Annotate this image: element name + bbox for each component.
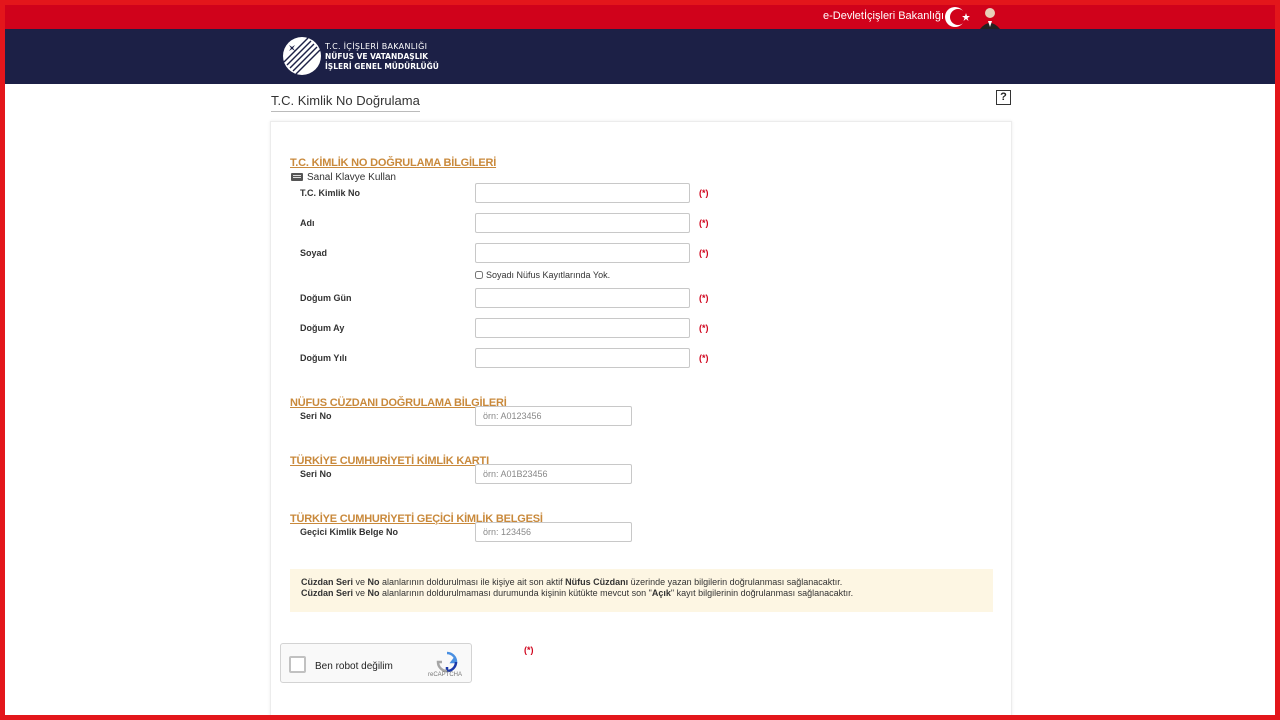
label-dogum-gun: Doğum Gün — [300, 293, 352, 303]
label-gecici-no: Geçici Kimlik Belge No — [300, 527, 399, 537]
soyad-input[interactable] — [475, 243, 690, 263]
required-marker: (*) — [699, 248, 709, 258]
recaptcha-widget: Ben robot değilim reCAPTCHA — [280, 643, 472, 683]
dogum-gun-input[interactable] — [475, 288, 690, 308]
recaptcha-logo-icon — [436, 651, 458, 673]
nvi-emblem-icon — [283, 37, 321, 75]
logo-line-2: NÜFUS VE VATANDAŞLIK — [325, 52, 429, 61]
label-tckn: T.C. Kimlik No — [300, 188, 361, 198]
help-button[interactable]: ? — [996, 90, 1011, 105]
cuzdan-seri-input[interactable] — [475, 406, 632, 426]
label-cuzdan-seri: Seri No — [300, 411, 332, 421]
dogum-yili-input[interactable] — [475, 348, 690, 368]
gecici-no-input[interactable] — [475, 522, 632, 542]
required-marker: (*) — [524, 645, 534, 655]
label-ad: Adı — [300, 218, 315, 228]
label-soyad: Soyad — [300, 248, 328, 258]
virtual-keyboard-toggle[interactable]: Sanal Klavye Kullan — [291, 172, 396, 183]
kart-seri-input[interactable] — [475, 464, 632, 484]
recaptcha-label: Ben robot değilim — [315, 661, 393, 672]
label-kart-seri: Seri No — [300, 469, 332, 479]
dogum-ay-input[interactable] — [475, 318, 690, 338]
required-marker: (*) — [699, 293, 709, 303]
section-title-kimlik: T.C. KİMLİK NO DOĞRULAMA BİLGİLERİ — [290, 157, 497, 169]
info-line-1: Cüzdan Seri ve No alanlarının doldurulma… — [301, 577, 843, 587]
soyad-yok-checkbox-row[interactable]: Soyadı Nüfus Kayıtlarında Yok. — [475, 270, 610, 280]
section-title-kart: TÜRKİYE CUMHURİYETİ KİMLİK KARTI — [290, 455, 489, 467]
page-title: T.C. Kimlik No Doğrulama — [271, 93, 420, 112]
required-marker: (*) — [699, 188, 709, 198]
keyboard-icon — [291, 173, 303, 182]
info-box: Cüzdan Seri ve No alanlarının doldurulma… — [290, 569, 993, 612]
link-e-devlet[interactable]: e-Devlet — [823, 10, 864, 22]
logo-line-1: T.C. İÇİŞLERİ BAKANLIĞI — [325, 42, 428, 51]
form-panel: T.C. KİMLİK NO DOĞRULAMA BİLGİLERİ Sanal… — [270, 121, 1012, 715]
required-marker: (*) — [699, 323, 709, 333]
ad-input[interactable] — [475, 213, 690, 233]
top-bar: e-Devlet İçişleri Bakanlığı — [5, 5, 1275, 29]
info-line-2: Cüzdan Seri ve No alanlarının doldurulma… — [301, 588, 854, 598]
required-marker: (*) — [699, 353, 709, 363]
page-frame: e-Devlet İçişleri Bakanlığı T.C. İÇİŞLER… — [5, 5, 1275, 715]
label-dogum-yili: Doğum Yılı — [300, 353, 347, 363]
soyad-yok-label: Soyadı Nüfus Kayıtlarında Yok. — [486, 270, 611, 280]
header-bar: T.C. İÇİŞLERİ BAKANLIĞI NÜFUS VE VATANDA… — [5, 29, 1275, 84]
tckn-input[interactable] — [475, 183, 690, 203]
logo-line-3: İŞLERİ GENEL MÜDÜRLÜĞÜ — [325, 62, 439, 71]
logo-text: T.C. İÇİŞLERİ BAKANLIĞI NÜFUS VE VATANDA… — [325, 42, 439, 72]
label-dogum-ay: Doğum Ay — [300, 323, 345, 333]
soyad-yok-checkbox[interactable] — [475, 271, 483, 279]
recaptcha-brand: reCAPTCHA — [428, 672, 463, 678]
required-marker: (*) — [699, 218, 709, 228]
turkish-flag-icon — [945, 7, 970, 27]
link-icisleri[interactable]: İçişleri Bakanlığı — [864, 10, 944, 22]
ataturk-portrait-icon — [975, 5, 1003, 29]
virtual-keyboard-label: Sanal Klavye Kullan — [307, 172, 396, 183]
recaptcha-checkbox[interactable] — [289, 656, 306, 673]
